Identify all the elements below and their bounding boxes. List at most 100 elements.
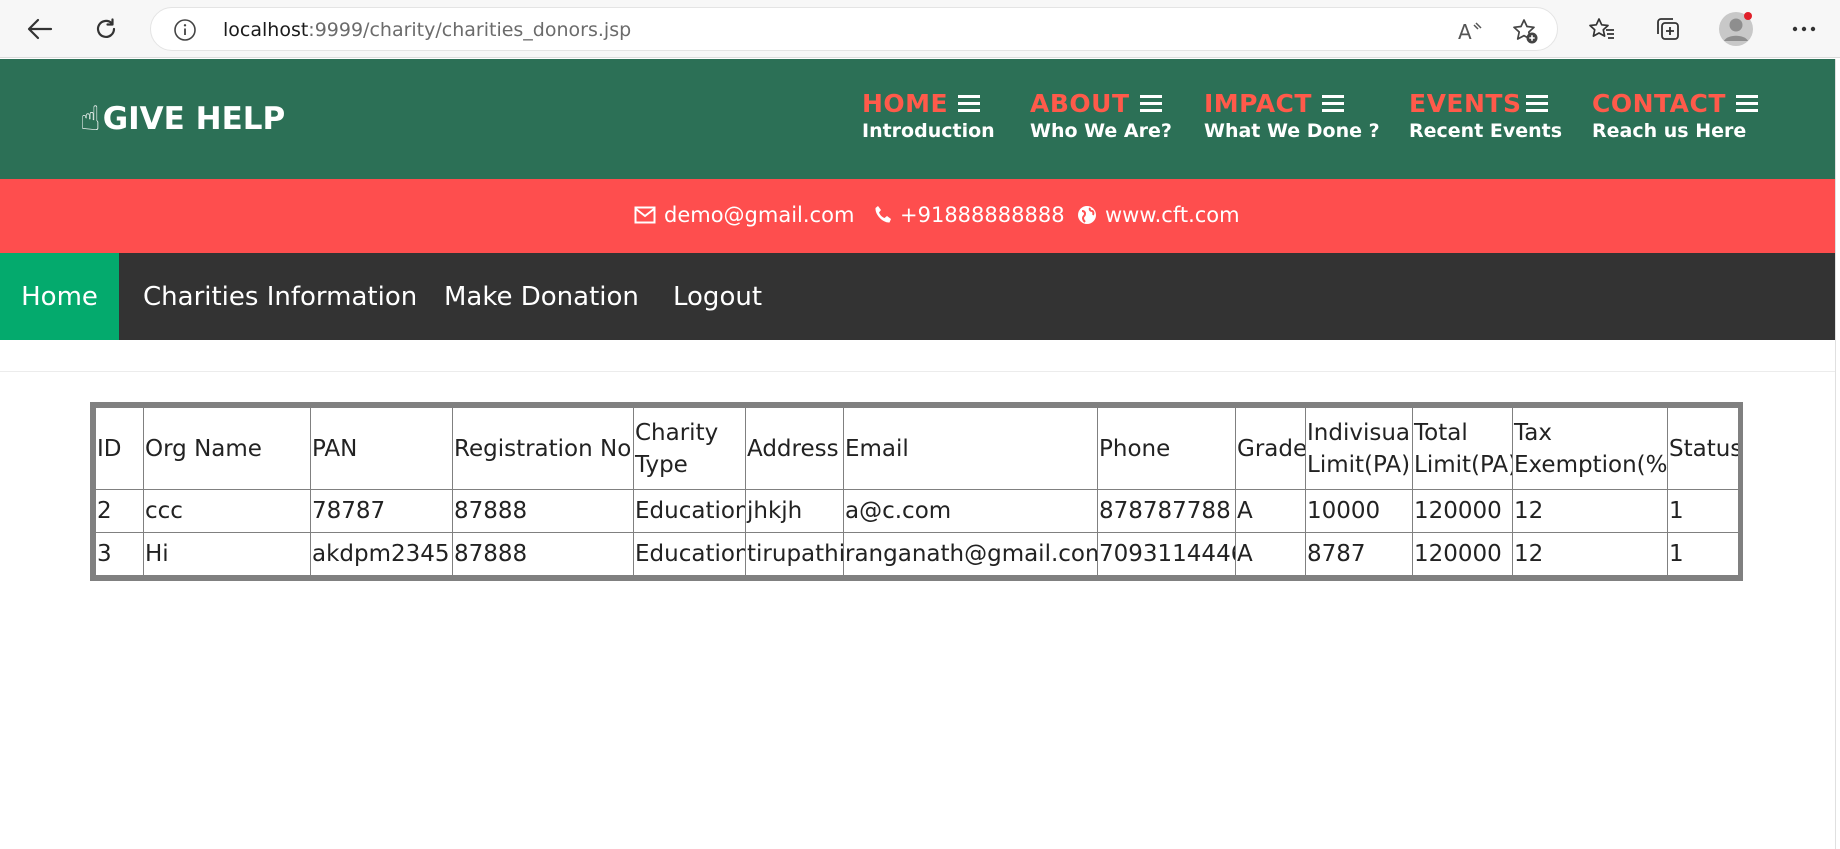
site-header: ☝ GIVE HELP HOME Introduction ABOUT Who … <box>0 59 1835 179</box>
contact-email[interactable]: demo@gmail.com <box>634 203 854 227</box>
table-cell: 120000 <box>1412 489 1513 533</box>
nav-subtitle: Introduction <box>862 120 995 142</box>
url-host: localhost <box>223 19 309 41</box>
table-cell: Hi <box>143 532 311 576</box>
table-cell: 87888 <box>452 532 634 576</box>
column-header: Total Limit(PA) <box>1412 407 1513 490</box>
table-header-row: ID Org Name PAN Registration No Charity … <box>95 407 1739 490</box>
charities-table: ID Org Name PAN Registration No Charity … <box>90 402 1743 581</box>
table-cell: 1 <box>1667 489 1739 533</box>
column-header: Charity Type <box>633 407 746 490</box>
table-row: 2 ccc 78787 87888 Education jhkjh a@c.co… <box>95 489 1739 533</box>
table-cell: 12 <box>1512 489 1668 533</box>
column-header: Org Name <box>143 407 311 490</box>
favorites-icon[interactable] <box>1582 9 1622 49</box>
nav-title: EVENTS <box>1409 89 1522 118</box>
menu-bars-icon <box>958 94 981 113</box>
table-cell: 2 <box>95 489 144 533</box>
column-header: Tax Exemption(%) <box>1512 407 1668 490</box>
nav-item-home[interactable]: HOME Introduction <box>862 89 995 142</box>
logo-text: GIVE HELP <box>102 101 286 137</box>
menu-bars-icon <box>1735 94 1758 113</box>
table-cell: 7093114446 <box>1097 532 1236 576</box>
globe-icon <box>1078 206 1096 224</box>
charities-data-table: ID Org Name PAN Registration No Charity … <box>95 407 1739 576</box>
svg-text:A: A <box>1458 20 1472 43</box>
table-cell: 120000 <box>1412 532 1513 576</box>
nav-title: IMPACT <box>1204 89 1312 118</box>
table-cell: Education <box>633 532 746 576</box>
website-text: www.cft.com <box>1105 203 1240 227</box>
table-cell: tirupathi <box>745 532 844 576</box>
nav-item-about[interactable]: ABOUT Who We Are? <box>1030 89 1172 142</box>
menu-item-make-donation[interactable]: Make Donation <box>444 253 639 340</box>
column-header: Address <box>745 407 844 490</box>
read-aloud-icon[interactable]: A <box>1457 17 1485 45</box>
column-header: ID <box>95 407 144 490</box>
phone-text: +91888888888 <box>900 203 1065 227</box>
table-cell: A <box>1235 532 1306 576</box>
column-header: Email <box>843 407 1098 490</box>
nav-item-impact[interactable]: IMPACT What We Done ? <box>1204 89 1380 142</box>
back-arrow-icon[interactable] <box>20 9 60 49</box>
table-row: 3 Hi akdpm2345 87888 Education tirupathi… <box>95 532 1739 576</box>
collections-icon[interactable] <box>1648 9 1688 49</box>
url-path: :9999/charity/charities_donors.jsp <box>308 19 632 41</box>
envelope-icon <box>634 206 656 224</box>
nav-subtitle: Who We Are? <box>1030 120 1172 142</box>
column-header: Phone <box>1097 407 1236 490</box>
profile-avatar-icon[interactable] <box>1716 9 1756 49</box>
table-cell: 12 <box>1512 532 1668 576</box>
menu-item-logout[interactable]: Logout <box>673 253 762 340</box>
nav-subtitle: What We Done ? <box>1204 120 1380 142</box>
nav-subtitle: Reach us Here <box>1592 120 1747 142</box>
url-text[interactable]: localhost:9999/charity/charities_donors.… <box>223 19 631 41</box>
table-cell: Education <box>633 489 746 533</box>
column-header: Indivisual Limit(PA) <box>1305 407 1413 490</box>
nav-title: HOME <box>862 89 949 118</box>
contact-strip: demo@gmail.com +91888888888 www.cft.com <box>0 179 1835 253</box>
logo[interactable]: ☝ GIVE HELP <box>80 99 285 139</box>
phone-icon <box>875 206 891 223</box>
nav-item-contact[interactable]: CONTACT Reach us Here <box>1592 89 1758 142</box>
table-cell: a@c.com <box>843 489 1098 533</box>
address-bar[interactable]: localhost:9999/charity/charities_donors.… <box>150 7 1558 51</box>
table-cell: 878787788 <box>1097 489 1236 533</box>
nav-title: CONTACT <box>1592 89 1726 118</box>
table-cell: akdpm2345 <box>310 532 453 576</box>
column-header: Grade <box>1235 407 1306 490</box>
menu-item-charities-information[interactable]: Charities Information <box>143 253 417 340</box>
hand-pointer-icon: ☝ <box>80 99 101 139</box>
table-cell: ranganath@gmail.com <box>843 532 1098 576</box>
contact-website[interactable]: www.cft.com <box>1077 203 1240 227</box>
table-cell: 3 <box>95 532 144 576</box>
nav-subtitle: Recent Events <box>1409 120 1563 142</box>
menu-bars-icon <box>1139 94 1162 113</box>
table-cell: jhkjh <box>745 489 844 533</box>
column-header: PAN <box>310 407 453 490</box>
browser-toolbar: localhost:9999/charity/charities_donors.… <box>0 0 1840 58</box>
column-header: Registration No <box>452 407 634 490</box>
column-header: Status <box>1667 407 1739 490</box>
main-menu: Home Charities Information Make Donation… <box>0 253 1835 340</box>
refresh-icon[interactable] <box>86 9 126 49</box>
email-text: demo@gmail.com <box>664 203 855 227</box>
table-cell: ccc <box>143 489 311 533</box>
more-options-icon[interactable] <box>1784 9 1824 49</box>
site-info-icon[interactable] <box>173 18 197 42</box>
menu-bars-icon <box>1525 94 1548 113</box>
table-cell: 78787 <box>310 489 453 533</box>
table-cell: 10000 <box>1305 489 1413 533</box>
table-cell: A <box>1235 489 1306 533</box>
menu-item-home[interactable]: Home <box>0 253 119 340</box>
table-cell: 1 <box>1667 532 1739 576</box>
table-cell: 87888 <box>452 489 634 533</box>
nav-title: ABOUT <box>1030 89 1130 118</box>
add-favorite-icon[interactable] <box>1511 17 1539 45</box>
table-cell: 8787 <box>1305 532 1413 576</box>
scrollbar-track[interactable] <box>1835 59 1840 849</box>
divider <box>0 371 1835 372</box>
contact-phone[interactable]: +91888888888 <box>874 203 1065 227</box>
menu-bars-icon <box>1321 94 1344 113</box>
nav-item-events[interactable]: EVENTS Recent Events <box>1409 89 1562 142</box>
